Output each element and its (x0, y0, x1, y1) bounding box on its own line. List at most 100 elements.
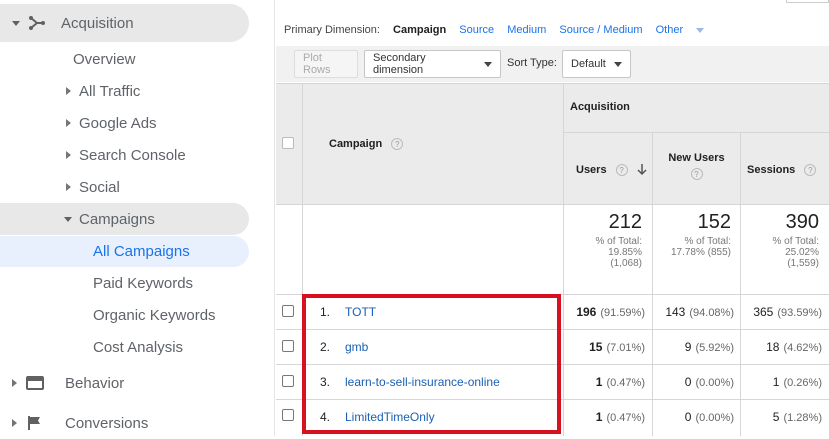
users-value: 196 (576, 305, 597, 319)
total-percent: 25.02% (785, 247, 819, 258)
total-count: (1,068) (610, 258, 642, 269)
nav-organic-keywords[interactable]: Organic Keywords (93, 299, 216, 331)
dimension-source[interactable]: Source (459, 24, 494, 36)
chevron-down-icon (12, 20, 20, 26)
chevron-right-icon (12, 379, 17, 387)
campaign-column-header[interactable]: Campaign ? (329, 138, 404, 151)
nav-organic-keywords-label: Organic Keywords (93, 306, 216, 324)
sort-type-select[interactable]: Default (562, 50, 631, 78)
campaign-header-label: Campaign (329, 138, 383, 150)
users-percent: (7.01%) (606, 342, 645, 354)
table-toolbar: Plot Rows Secondary dimension Sort Type:… (276, 46, 829, 82)
users-column-header[interactable]: Users ? (576, 164, 647, 177)
nav-paid-keywords[interactable]: Paid Keywords (93, 267, 193, 299)
users-header-label: Users (576, 164, 607, 176)
help-icon[interactable]: ? (804, 164, 817, 177)
nav-campaigns-label: Campaigns (79, 210, 155, 228)
total-percent: 19.85% (608, 247, 642, 258)
nav-all-traffic[interactable]: All Traffic (66, 75, 140, 107)
sessions-cell: 365 (93.59%) (741, 305, 822, 319)
chevron-down-icon (64, 216, 72, 222)
nav-conversions-label: Conversions (65, 414, 149, 432)
divider (740, 132, 741, 436)
row-checkbox[interactable] (282, 375, 294, 387)
sessions-column-header[interactable]: Sessions ? (747, 164, 817, 177)
chevron-down-icon (613, 61, 622, 67)
chevron-right-icon (66, 119, 71, 127)
chevron-down-icon (696, 27, 705, 33)
left-nav: Acquisition Overview All Traffic Google … (0, 0, 275, 436)
sessions-total-detail: % of Total: 25.02% (1,559) (741, 236, 819, 269)
flag-icon (28, 416, 40, 430)
sessions-value: 365 (753, 305, 774, 319)
users-percent: (0.47%) (606, 377, 645, 389)
row-checkbox[interactable] (282, 340, 294, 352)
divider (276, 83, 829, 84)
nav-campaigns[interactable]: Campaigns (64, 203, 155, 235)
users-cell: 1 (0.47%) (564, 375, 645, 389)
users-cell: 15 (7.01%) (564, 340, 645, 354)
plot-rows-label: Plot Rows (303, 52, 331, 76)
nav-cost-analysis[interactable]: Cost Analysis (93, 331, 183, 363)
nav-overview[interactable]: Overview (73, 43, 136, 75)
sort-type-value: Default (571, 58, 606, 70)
total-percent: 17.78% (855) (670, 247, 731, 258)
row-checkbox[interactable] (282, 305, 294, 317)
sessions-value: 1 (772, 375, 780, 389)
dimension-other-label: Other (655, 24, 684, 36)
divider (276, 204, 829, 205)
dimension-source-medium[interactable]: Source / Medium (559, 24, 642, 36)
nav-behavior-label: Behavior (65, 374, 125, 392)
help-icon[interactable]: ? (690, 168, 703, 180)
behavior-icon (26, 376, 44, 390)
help-icon[interactable]: ? (391, 138, 404, 151)
sessions-header-label: Sessions (747, 164, 796, 176)
chevron-right-icon (66, 151, 71, 159)
acquisition-icon (29, 16, 45, 30)
plot-rows-button[interactable]: Plot Rows (294, 50, 358, 78)
total-label: % of Total: (772, 236, 819, 247)
sessions-total: 390 (785, 211, 819, 233)
sessions-percent: (1.28%) (783, 412, 822, 424)
sessions-percent: (93.59%) (777, 307, 822, 319)
dimension-other[interactable]: Other (656, 24, 715, 36)
nav-all-campaigns[interactable]: All Campaigns (93, 235, 190, 267)
total-label: % of Total: (684, 236, 731, 247)
new-users-value: 0 (684, 375, 692, 389)
row-checkbox[interactable] (282, 409, 294, 421)
divider (564, 132, 829, 133)
nav-all-traffic-label: All Traffic (79, 82, 141, 100)
select-all-checkbox[interactable] (282, 137, 294, 149)
new-users-percent: (5.92%) (695, 342, 734, 354)
new-users-cell: 9 (5.92%) (653, 340, 734, 354)
sessions-cell: 1 (0.26%) (741, 375, 822, 389)
total-count: (1,559) (787, 258, 819, 269)
primary-dimension-bar: Primary Dimension: Campaign Source Mediu… (284, 24, 724, 36)
annotation-highlight-box (302, 294, 561, 434)
secondary-dimension-label: Secondary dimension (373, 52, 426, 76)
new-users-percent: (94.08%) (689, 307, 734, 319)
secondary-dimension-select[interactable]: Secondary dimension (364, 50, 501, 78)
nav-social[interactable]: Social (66, 171, 120, 203)
chevron-right-icon (66, 183, 71, 191)
corner-frame (786, 0, 829, 3)
nav-conversions[interactable]: Conversions (12, 407, 148, 439)
nav-overview-label: Overview (73, 50, 136, 68)
help-icon[interactable]: ? (615, 164, 628, 177)
dimension-medium[interactable]: Medium (507, 24, 546, 36)
new-users-total: 152 (697, 211, 731, 233)
new-users-column-header[interactable]: New Users ? (653, 152, 740, 180)
nav-all-campaigns-label: All Campaigns (93, 242, 190, 260)
new-users-cell: 0 (0.00%) (653, 410, 734, 424)
dimension-campaign[interactable]: Campaign (393, 24, 446, 36)
new-users-cell: 143 (94.08%) (653, 305, 734, 319)
nav-acquisition[interactable]: Acquisition (0, 7, 134, 39)
users-cell: 196 (91.59%) (564, 305, 645, 319)
nav-search-console[interactable]: Search Console (66, 139, 186, 171)
nav-behavior[interactable]: Behavior (12, 367, 124, 399)
sessions-percent: (4.62%) (783, 342, 822, 354)
new-users-cell: 0 (0.00%) (653, 375, 734, 389)
nav-acquisition-label: Acquisition (61, 14, 134, 32)
chevron-right-icon (66, 87, 71, 95)
nav-google-ads[interactable]: Google Ads (66, 107, 157, 139)
